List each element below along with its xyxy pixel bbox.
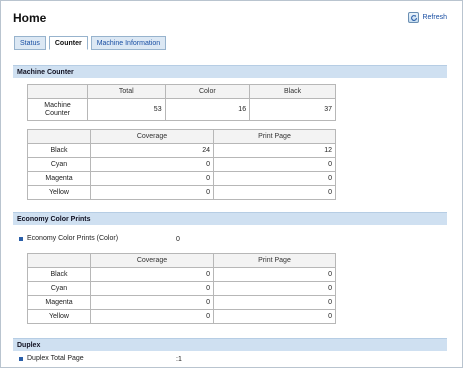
economy-detail-table: Coverage Print Page Black 0 0 Cyan 0 0 M… [27, 253, 336, 324]
table-row: Black 0 0 [27, 267, 336, 282]
print-page-value: 0 [213, 281, 336, 296]
tab-status[interactable]: Status [14, 36, 46, 50]
duplex-value: :1 [176, 356, 182, 363]
table-header [27, 129, 91, 144]
tab-machine-information[interactable]: Machine Information [90, 36, 167, 50]
print-page-value: 0 [213, 309, 336, 324]
total-value: 53 [87, 98, 166, 121]
table-row: Yellow 0 0 [27, 185, 336, 200]
table-row: Cyan 0 0 [27, 157, 336, 172]
coverage-value: 0 [90, 295, 214, 310]
tab-bar: Status Counter Machine Information [14, 36, 167, 50]
refresh-button[interactable]: Refresh [408, 12, 447, 23]
bullet-icon [19, 236, 23, 241]
economy-label: Economy Color Prints (Color) [27, 235, 119, 242]
economy-value: 0 [176, 236, 180, 243]
coverage-value: 0 [90, 171, 214, 186]
duplex-bullet-row: Duplex Total Page [19, 355, 84, 362]
table-header: Total [87, 84, 166, 99]
table-header: Coverage [90, 253, 214, 268]
print-page-value: 0 [213, 295, 336, 310]
print-page-value: 0 [213, 185, 336, 200]
row-label: Cyan [27, 157, 91, 172]
page-title: Home [13, 11, 47, 25]
row-label: Yellow [27, 185, 91, 200]
table-header: Coverage [90, 129, 214, 144]
row-label: Magenta [27, 295, 91, 310]
coverage-value: 0 [90, 157, 214, 172]
bullet-icon [19, 356, 23, 361]
section-duplex: Duplex [13, 338, 447, 351]
coverage-value: 0 [90, 309, 214, 324]
row-label: Cyan [27, 281, 91, 296]
table-header [27, 84, 88, 99]
table-header: Black [249, 84, 336, 99]
row-label: Black [27, 143, 91, 158]
table-row: Magenta 0 0 [27, 171, 336, 186]
machine-counter-summary-table: Total Color Black Machine Counter 53 16 … [27, 84, 336, 121]
print-page-value: 12 [213, 143, 336, 158]
refresh-icon [408, 12, 420, 23]
machine-counter-detail-table: Coverage Print Page Black 24 12 Cyan 0 0… [27, 129, 336, 200]
print-page-value: 0 [213, 267, 336, 282]
tab-counter[interactable]: Counter [48, 36, 88, 50]
table-row: Magenta 0 0 [27, 295, 336, 310]
row-label: Machine Counter [27, 98, 88, 121]
duplex-label: Duplex Total Page [27, 355, 84, 362]
section-machine-counter: Machine Counter [13, 65, 447, 78]
black-value: 37 [249, 98, 336, 121]
table-header: Print Page [213, 253, 336, 268]
row-label: Magenta [27, 171, 91, 186]
table-header: Print Page [213, 129, 336, 144]
coverage-value: 0 [90, 281, 214, 296]
coverage-value: 0 [90, 185, 214, 200]
row-label: Black [27, 267, 91, 282]
table-row: Yellow 0 0 [27, 309, 336, 324]
color-value: 16 [164, 98, 251, 121]
table-header: Color [164, 84, 251, 99]
coverage-value: 24 [90, 143, 214, 158]
table-row: Black 24 12 [27, 143, 336, 158]
row-label: Yellow [27, 309, 91, 324]
print-page-value: 0 [213, 171, 336, 186]
print-page-value: 0 [213, 157, 336, 172]
table-header [27, 253, 91, 268]
section-economy-color-prints: Economy Color Prints [13, 212, 447, 225]
economy-bullet-row: Economy Color Prints (Color) [19, 235, 118, 242]
coverage-value: 0 [90, 267, 214, 282]
refresh-label: Refresh [422, 14, 447, 21]
table-row: Cyan 0 0 [27, 281, 336, 296]
